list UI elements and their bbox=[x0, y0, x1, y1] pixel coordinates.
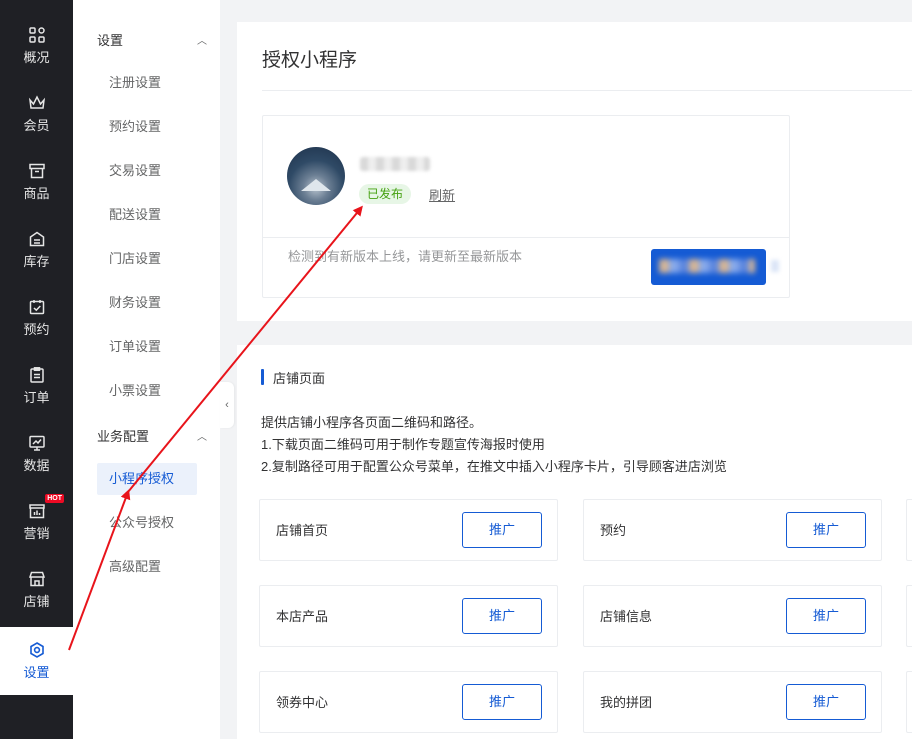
status-badge: 已发布 bbox=[359, 184, 412, 204]
section-marker bbox=[261, 369, 264, 385]
page-card-coupons: 领券中心 推广 bbox=[259, 671, 558, 733]
refresh-link[interactable]: 刷新 bbox=[429, 185, 455, 204]
section-title: 店铺页面 bbox=[273, 371, 326, 386]
hot-badge: HOT bbox=[45, 494, 64, 503]
promote-button[interactable]: 推广 bbox=[786, 684, 866, 720]
page-card-booking: 预约 推广 bbox=[583, 499, 882, 561]
calendar-check-icon bbox=[28, 298, 46, 316]
rail-item-label: 设置 bbox=[23, 665, 50, 680]
chart-monitor-icon bbox=[28, 434, 46, 452]
rail-item-label: 营销 bbox=[23, 526, 50, 541]
clipboard-icon bbox=[28, 366, 46, 384]
page-card-partial bbox=[906, 671, 912, 733]
rail-item-label: 订单 bbox=[23, 390, 50, 405]
subnav-item-booking[interactable]: 预约设置 bbox=[97, 111, 197, 143]
page-card-partial bbox=[906, 499, 912, 561]
nav-group-title: 设置 bbox=[97, 32, 124, 48]
promote-button[interactable]: 推广 bbox=[462, 598, 542, 634]
mini-program-name-redacted bbox=[360, 157, 430, 171]
rail-item-label: 会员 bbox=[23, 118, 50, 133]
section-desc-line: 2.复制路径可用于配置公众号菜单，在推文中插入小程序卡片，引导顾客进店浏览 bbox=[261, 459, 727, 474]
mini-program-info-box: 已发布 刷新 检测到有新版本上线，请更新至最新版本 bbox=[262, 115, 790, 298]
subnav-item-miniprogram-auth[interactable]: 小程序授权 bbox=[97, 463, 197, 495]
inventory-icon bbox=[28, 230, 46, 248]
rail-item-orders[interactable]: 订单 bbox=[0, 352, 73, 420]
rail-item-label: 预约 bbox=[23, 322, 50, 337]
subnav-item-orders[interactable]: 订单设置 bbox=[97, 331, 197, 363]
page-card-group-buy: 我的拼团 推广 bbox=[583, 671, 882, 733]
promote-button[interactable]: 推广 bbox=[462, 684, 542, 720]
rail-item-label: 店铺 bbox=[23, 594, 50, 609]
divider bbox=[263, 237, 789, 238]
grid-icon bbox=[28, 26, 46, 44]
page-name: 本店产品 bbox=[276, 609, 329, 624]
page-name: 店铺首页 bbox=[276, 523, 329, 538]
secondary-nav: 设置 ︿ 注册设置 预约设置 交易设置 配送设置 门店设置 财务设置 订单设置 … bbox=[73, 0, 220, 739]
rail-item-overview[interactable]: 概况 bbox=[0, 12, 73, 80]
rail-item-label: 概况 bbox=[23, 50, 50, 65]
chevron-up-icon: ︿ bbox=[197, 431, 207, 443]
rail-bottom-area bbox=[0, 695, 73, 739]
primary-nav-rail: 概况 会员 商品 库存 预约 订单 数据 HOT 营销 店铺 设置 bbox=[0, 0, 73, 739]
update-notice: 检测到有新版本上线，请更新至最新版本 bbox=[288, 249, 523, 264]
rail-item-label: 库存 bbox=[23, 254, 50, 269]
rail-item-label: 数据 bbox=[23, 458, 50, 473]
update-button-redacted[interactable] bbox=[651, 249, 766, 285]
promote-button[interactable]: 推广 bbox=[786, 512, 866, 548]
rail-item-marketing[interactable]: HOT 营销 bbox=[0, 488, 73, 556]
section-desc-line: 1.下载页面二维码可用于制作专题宣传海报时使用 bbox=[261, 437, 545, 452]
page-card-products: 本店产品 推广 bbox=[259, 585, 558, 647]
page-title: 授权小程序 bbox=[262, 50, 358, 71]
authorize-card: 授权小程序 已发布 刷新 检测到有新版本上线，请更新至最新版本 bbox=[237, 22, 912, 321]
subnav-item-receipt[interactable]: 小票设置 bbox=[97, 375, 197, 407]
mini-program-avatar bbox=[287, 147, 345, 205]
page-name: 预约 bbox=[600, 523, 627, 538]
page-name: 领券中心 bbox=[276, 695, 329, 710]
subnav-item-trade[interactable]: 交易设置 bbox=[97, 155, 197, 187]
collapse-nav-button[interactable]: ‹ bbox=[220, 382, 234, 428]
promote-button[interactable]: 推广 bbox=[462, 512, 542, 548]
marketing-icon bbox=[28, 502, 46, 520]
rail-item-store[interactable]: 店铺 bbox=[0, 556, 73, 624]
promote-button[interactable]: 推广 bbox=[786, 598, 866, 634]
shop-box-icon bbox=[28, 162, 46, 180]
page-name: 我的拼团 bbox=[600, 695, 653, 710]
page-name: 店铺信息 bbox=[600, 609, 653, 624]
rail-item-booking[interactable]: 预约 bbox=[0, 284, 73, 352]
redacted-fragment bbox=[771, 260, 779, 272]
chevron-left-icon: ‹ bbox=[225, 399, 229, 411]
store-pages-card: 店铺页面 提供店铺小程序各页面二维码和路径。 1.下载页面二维码可用于制作专题宣… bbox=[237, 345, 912, 739]
page-card-store-info: 店铺信息 推广 bbox=[583, 585, 882, 647]
page-card-home: 店铺首页 推广 bbox=[259, 499, 558, 561]
rail-item-label: 商品 bbox=[23, 186, 50, 201]
subnav-item-stores[interactable]: 门店设置 bbox=[97, 243, 197, 275]
rail-item-inventory[interactable]: 库存 bbox=[0, 216, 73, 284]
subnav-item-finance[interactable]: 财务设置 bbox=[97, 287, 197, 319]
store-icon bbox=[28, 570, 46, 588]
settings-hex-icon bbox=[28, 641, 46, 659]
chevron-up-icon: ︿ bbox=[197, 35, 207, 47]
subnav-item-delivery[interactable]: 配送设置 bbox=[97, 199, 197, 231]
subnav-item-register[interactable]: 注册设置 bbox=[97, 67, 197, 99]
section-desc-line: 提供店铺小程序各页面二维码和路径。 bbox=[261, 415, 483, 430]
rail-item-settings[interactable]: 设置 bbox=[0, 627, 73, 695]
rail-item-members[interactable]: 会员 bbox=[0, 80, 73, 148]
crown-icon bbox=[28, 94, 46, 112]
rail-item-goods[interactable]: 商品 bbox=[0, 148, 73, 216]
subnav-item-official-account-auth[interactable]: 公众号授权 bbox=[97, 507, 197, 539]
divider bbox=[262, 90, 912, 91]
nav-group-business[interactable]: 业务配置 ︿ bbox=[97, 425, 207, 445]
page-card-partial bbox=[906, 585, 912, 647]
nav-group-settings[interactable]: 设置 ︿ bbox=[97, 29, 207, 49]
rail-item-data[interactable]: 数据 bbox=[0, 420, 73, 488]
nav-group-title: 业务配置 bbox=[97, 428, 150, 444]
subnav-item-advanced[interactable]: 高级配置 bbox=[97, 551, 197, 583]
